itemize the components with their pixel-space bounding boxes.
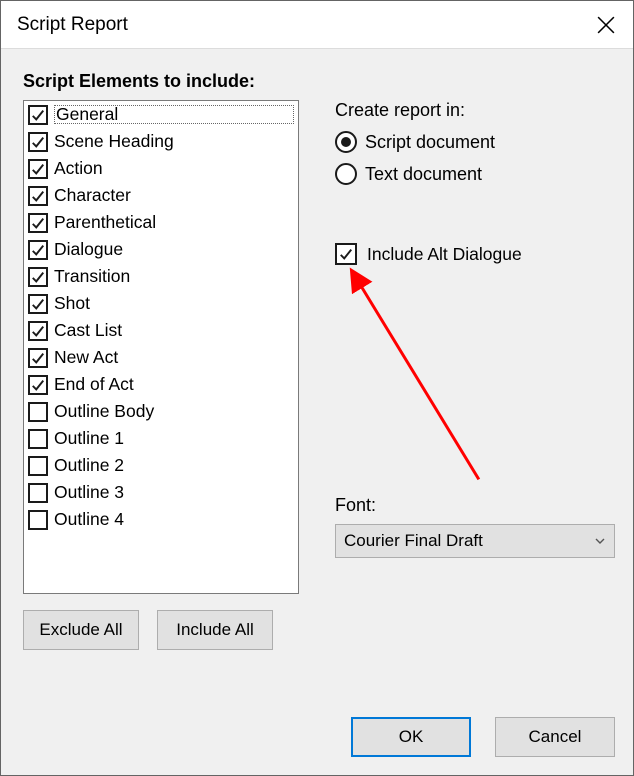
font-label: Font: xyxy=(335,495,615,516)
list-checkbox[interactable] xyxy=(28,429,48,449)
checkmark-icon xyxy=(339,247,353,261)
list-item-label: Scene Heading xyxy=(54,133,174,151)
close-button[interactable] xyxy=(583,2,629,48)
checkmark-icon xyxy=(31,243,45,257)
list-item-label: Shot xyxy=(54,295,90,313)
list-item-label: Outline 3 xyxy=(54,484,124,502)
cancel-button[interactable]: Cancel xyxy=(495,717,615,757)
list-item[interactable]: Transition xyxy=(24,263,298,290)
elements-listbox[interactable]: General Scene Heading Action Character Paren… xyxy=(23,100,299,594)
radio-label: Text document xyxy=(365,164,482,185)
list-item[interactable]: Shot xyxy=(24,290,298,317)
list-item[interactable]: Action xyxy=(24,155,298,182)
checkmark-icon xyxy=(31,216,45,230)
checkmark-icon xyxy=(31,135,45,149)
include-all-button[interactable]: Include All xyxy=(157,610,273,650)
radio-option[interactable]: Script document xyxy=(335,131,615,153)
radio-label: Script document xyxy=(365,132,495,153)
include-alt-label: Include Alt Dialogue xyxy=(367,244,522,265)
checkmark-icon xyxy=(31,270,45,284)
radio-option[interactable]: Text document xyxy=(335,163,615,185)
list-item[interactable]: Cast List xyxy=(24,317,298,344)
list-checkbox[interactable] xyxy=(28,483,48,503)
create-in-label: Create report in: xyxy=(335,100,615,121)
checkmark-icon xyxy=(31,108,45,122)
list-item-label: Transition xyxy=(54,268,130,286)
left-column: General Scene Heading Action Character Paren… xyxy=(23,100,299,650)
list-item-label: Dialogue xyxy=(54,241,123,259)
list-buttons: Exclude All Include All xyxy=(23,610,299,650)
dialog-body: Script Elements to include: General Scene… xyxy=(1,49,633,775)
columns: General Scene Heading Action Character Paren… xyxy=(23,100,615,757)
list-checkbox[interactable] xyxy=(28,510,48,530)
dialog-footer: OK Cancel xyxy=(351,717,615,757)
list-item-label: Cast List xyxy=(54,322,122,340)
checkmark-icon xyxy=(31,378,45,392)
list-item[interactable]: Parenthetical xyxy=(24,209,298,236)
create-in-radios: Script document Text document xyxy=(335,131,615,195)
list-checkbox[interactable] xyxy=(28,132,48,152)
list-item-label: General xyxy=(54,105,294,125)
list-item[interactable]: Outline 2 xyxy=(24,452,298,479)
list-item-label: Outline 1 xyxy=(54,430,124,448)
list-item[interactable]: Outline 3 xyxy=(24,479,298,506)
radio-button[interactable] xyxy=(335,163,357,185)
checkmark-icon xyxy=(31,324,45,338)
list-item-label: New Act xyxy=(54,349,118,367)
right-column: Create report in: Script document Text do… xyxy=(299,100,615,558)
list-item[interactable]: Outline Body xyxy=(24,398,298,425)
list-item[interactable]: Character xyxy=(24,182,298,209)
list-checkbox[interactable] xyxy=(28,105,48,125)
list-item[interactable]: General xyxy=(24,101,298,128)
list-item-label: Action xyxy=(54,160,103,178)
list-checkbox[interactable] xyxy=(28,456,48,476)
checkmark-icon xyxy=(31,297,45,311)
dialog-window: Script Report Script Elements to include… xyxy=(0,0,634,776)
list-item[interactable]: Outline 1 xyxy=(24,425,298,452)
list-checkbox[interactable] xyxy=(28,294,48,314)
list-checkbox[interactable] xyxy=(28,402,48,422)
elements-heading: Script Elements to include: xyxy=(23,71,615,92)
include-alt-row[interactable]: Include Alt Dialogue xyxy=(335,243,615,265)
list-item-label: Character xyxy=(54,187,131,205)
list-item[interactable]: New Act xyxy=(24,344,298,371)
include-alt-checkbox[interactable] xyxy=(335,243,357,265)
list-item[interactable]: Dialogue xyxy=(24,236,298,263)
checkmark-icon xyxy=(31,189,45,203)
font-dropdown[interactable]: Courier Final Draft xyxy=(335,524,615,558)
list-checkbox[interactable] xyxy=(28,186,48,206)
font-value: Courier Final Draft xyxy=(344,531,594,551)
list-item[interactable]: Outline 4 xyxy=(24,506,298,533)
list-checkbox[interactable] xyxy=(28,321,48,341)
font-section: Font: Courier Final Draft xyxy=(335,495,615,558)
list-checkbox[interactable] xyxy=(28,267,48,287)
list-item[interactable]: Scene Heading xyxy=(24,128,298,155)
list-checkbox[interactable] xyxy=(28,159,48,179)
exclude-all-button[interactable]: Exclude All xyxy=(23,610,139,650)
list-item-label: End of Act xyxy=(54,376,134,394)
list-item-label: Parenthetical xyxy=(54,214,156,232)
checkmark-icon xyxy=(31,162,45,176)
list-item[interactable]: End of Act xyxy=(24,371,298,398)
radio-button[interactable] xyxy=(335,131,357,153)
ok-button[interactable]: OK xyxy=(351,717,471,757)
window-title: Script Report xyxy=(17,14,583,36)
list-checkbox[interactable] xyxy=(28,213,48,233)
list-checkbox[interactable] xyxy=(28,240,48,260)
list-checkbox[interactable] xyxy=(28,348,48,368)
list-item-label: Outline Body xyxy=(54,403,154,421)
titlebar: Script Report xyxy=(1,1,633,49)
list-item-label: Outline 2 xyxy=(54,457,124,475)
close-icon xyxy=(597,16,615,34)
chevron-down-icon xyxy=(594,535,606,547)
list-item-label: Outline 4 xyxy=(54,511,124,529)
checkmark-icon xyxy=(31,351,45,365)
list-checkbox[interactable] xyxy=(28,375,48,395)
